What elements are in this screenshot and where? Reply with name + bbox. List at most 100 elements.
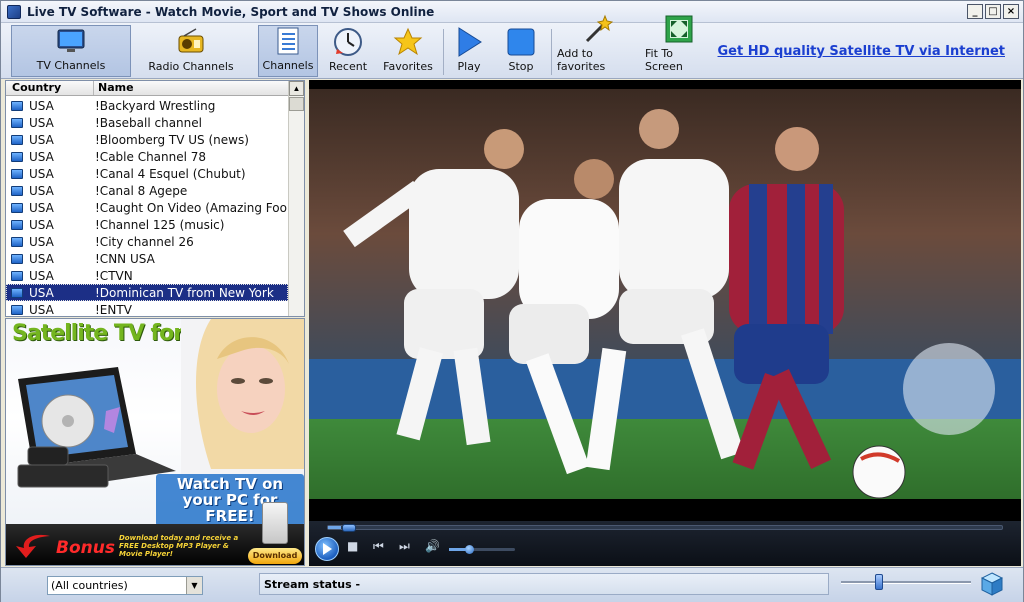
channel-name: !Cable Channel 78	[95, 149, 207, 164]
channel-row[interactable]: USA !Backyard Wrestling	[6, 97, 288, 114]
player-controls: ■ ⏮ ⏭ 🔊	[309, 521, 1021, 566]
cube-icon[interactable]	[981, 572, 1003, 596]
channel-country: USA	[29, 149, 54, 164]
channel-row[interactable]: USA !Dominican TV from New York	[6, 284, 288, 301]
maximize-button[interactable]: □	[985, 4, 1001, 19]
stop-icon	[506, 27, 536, 57]
ad-download-now-button[interactable]: Download Now	[248, 548, 302, 564]
tv-icon	[56, 26, 86, 56]
channel-country: USA	[29, 302, 54, 317]
fit-to-screen-button[interactable]: Fit To Screen	[645, 15, 713, 77]
seek-handle[interactable]	[342, 524, 356, 532]
tv-channel-icon	[11, 236, 23, 247]
title-bar[interactable]: Live TV Software - Watch Movie, Sport an…	[1, 1, 1023, 23]
recent-button[interactable]: Recent	[323, 25, 373, 77]
fit-to-screen-label: Fit To Screen	[645, 47, 683, 73]
minimize-button[interactable]: _	[967, 4, 983, 19]
volume-handle[interactable]	[465, 545, 474, 554]
add-to-favorites-button[interactable]: Add to favorites	[557, 14, 639, 77]
channels-label: Channels	[262, 59, 314, 72]
channel-row[interactable]: USA !Bloomberg TV US (news)	[6, 131, 288, 148]
channel-country: USA	[29, 217, 54, 232]
channel-name: !Baseball channel	[95, 115, 202, 130]
ad-bonus-strip: Bonus Download today and receive a FREE …	[6, 502, 304, 565]
channel-name: !Canal 8 Agepe	[95, 183, 188, 198]
channel-name: !City channel 26	[95, 234, 194, 249]
channel-row[interactable]: USA !CNN USA	[6, 250, 288, 267]
channel-name: !CNN USA	[95, 251, 155, 266]
channel-list-scrollbar[interactable]: ▲	[288, 81, 304, 316]
close-button[interactable]: ×	[1003, 4, 1019, 19]
scroll-up-button[interactable]: ▲	[289, 81, 304, 96]
name-column-header[interactable]: Name	[94, 81, 304, 95]
app-window: Live TV Software - Watch Movie, Sport an…	[0, 0, 1024, 602]
ad-description: Download today and receive a FREE Deskto…	[119, 534, 239, 558]
favorites-button[interactable]: Favorites	[381, 25, 435, 77]
toolbar-separator	[551, 29, 552, 75]
play-label: Play	[457, 60, 481, 73]
player-stop-button[interactable]: ■	[347, 539, 358, 553]
channel-row[interactable]: USA !Caught On Video (Amazing Foo...	[6, 199, 288, 216]
channel-list-icon	[273, 26, 303, 56]
channel-row[interactable]: USA !CTVN	[6, 267, 288, 284]
play-icon	[454, 27, 484, 57]
channel-row[interactable]: USA !Cable Channel 78	[6, 148, 288, 165]
radio-icon	[176, 27, 206, 57]
channel-row[interactable]: USA !ENTV	[6, 301, 288, 317]
channel-name: !Bloomberg TV US (news)	[95, 132, 249, 147]
channel-country: USA	[29, 166, 54, 181]
status-slider[interactable]	[841, 574, 971, 590]
scroll-thumb[interactable]	[289, 97, 304, 111]
tv-channel-icon	[11, 168, 23, 179]
channel-row[interactable]: USA !Channel 125 (music)	[6, 216, 288, 233]
play-icon	[323, 543, 332, 555]
channel-row[interactable]: USA !Canal 4 Esquel (Chubut)	[6, 165, 288, 182]
satellite-tv-ad-banner[interactable]: Satellite TV for PCTM Watch TV on your P…	[5, 318, 305, 566]
stop-button[interactable]: Stop	[501, 25, 541, 77]
radio-channels-button[interactable]: Radio Channels	[141, 25, 241, 77]
channels-button[interactable]: Channels	[258, 25, 318, 77]
tv-channels-label: TV Channels	[36, 59, 106, 72]
magic-wand-icon	[583, 14, 613, 44]
tv-channel-icon	[11, 134, 23, 145]
woman-portrait-image	[181, 319, 304, 479]
status-slider-handle[interactable]	[875, 574, 883, 590]
channel-name: !Caught On Video (Amazing Foo...	[95, 200, 288, 215]
volume-slider[interactable]	[449, 545, 515, 554]
channel-row[interactable]: USA !City channel 26	[6, 233, 288, 250]
tv-channel-icon	[11, 253, 23, 264]
country-filter-value: (All countries)	[51, 579, 128, 592]
stop-label: Stop	[508, 60, 534, 73]
channel-name: !Dominican TV from New York	[95, 285, 274, 300]
channel-row[interactable]: USA !Canal 8 Agepe	[6, 182, 288, 199]
video-display[interactable]	[309, 80, 1021, 521]
channel-rows: USA !Backyard Wrestling USA !Baseball chann…	[6, 97, 288, 317]
channel-country: USA	[29, 98, 54, 113]
hd-satellite-promo-link[interactable]: Get HD quality Satellite TV via Internet	[718, 44, 1005, 59]
player-play-button[interactable]	[315, 537, 339, 561]
status-bar: (All countries) ▼ Stream status -	[1, 567, 1023, 602]
tv-channel-icon	[11, 185, 23, 196]
toolbar: TV Channels Radio Channels Channels Rece…	[1, 14, 1023, 79]
country-column-header[interactable]: Country	[6, 81, 94, 95]
seek-bar[interactable]	[327, 524, 1003, 532]
window-title: Live TV Software - Watch Movie, Sport an…	[27, 4, 435, 19]
tv-channel-icon	[11, 304, 23, 315]
next-button[interactable]: ⏭	[399, 539, 410, 554]
previous-button[interactable]: ⏮	[373, 539, 384, 554]
channel-country: USA	[29, 234, 54, 249]
mp3-player-image	[262, 502, 288, 544]
tv-channels-button[interactable]: TV Channels	[11, 25, 131, 77]
fit-screen-icon	[664, 14, 694, 44]
volume-icon[interactable]: 🔊	[425, 539, 440, 553]
channel-row[interactable]: USA !Baseball channel	[6, 114, 288, 131]
tv-channel-icon	[11, 270, 23, 281]
play-button[interactable]: Play	[449, 25, 489, 77]
football-match-video-frame	[309, 89, 1021, 499]
add-to-favorites-label: Add to favorites	[557, 47, 606, 73]
country-filter-select[interactable]: (All countries) ▼	[47, 576, 203, 595]
channel-name: !CTVN	[95, 268, 133, 283]
tv-channel-icon	[11, 151, 23, 162]
chevron-down-icon[interactable]: ▼	[186, 577, 202, 594]
channel-country: USA	[29, 285, 54, 300]
